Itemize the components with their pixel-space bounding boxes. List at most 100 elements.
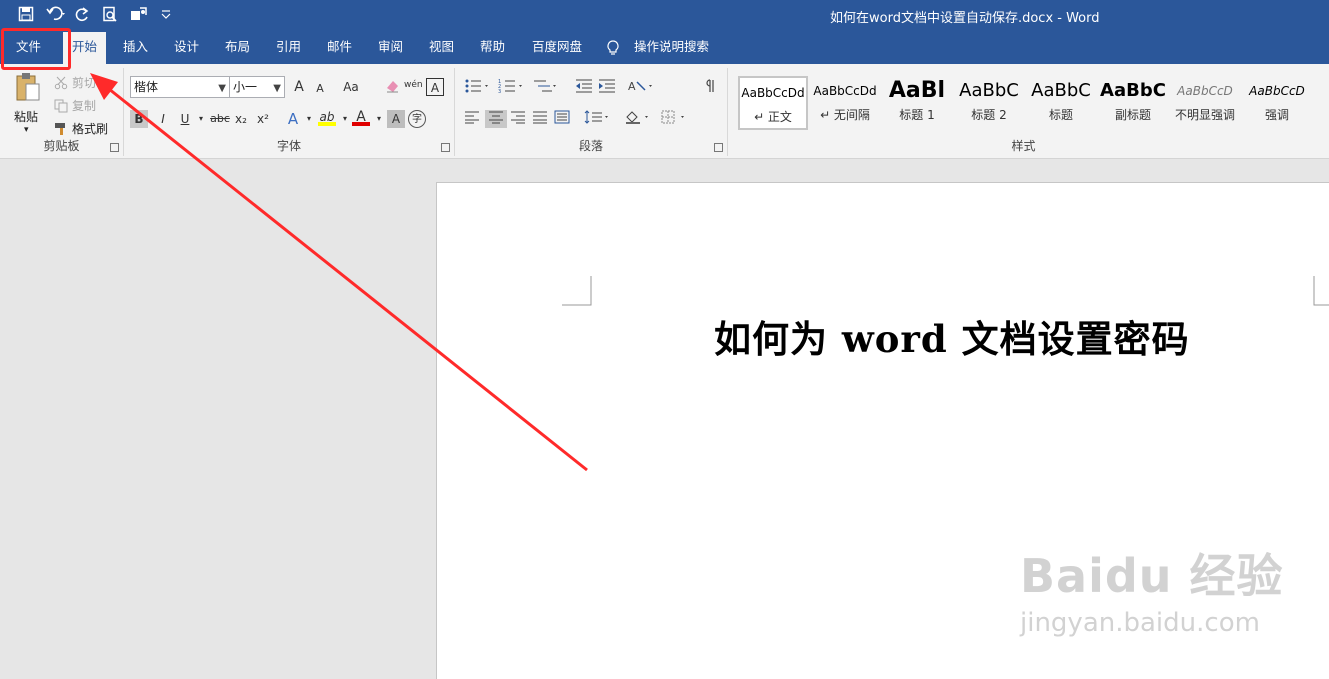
line-spacing-icon[interactable] (583, 110, 613, 128)
text-effects-dropdown-icon[interactable]: ▾ (300, 110, 318, 128)
svg-text:A: A (628, 80, 636, 93)
chevron-down-icon[interactable]: ▼ (218, 79, 226, 99)
style-sample: AaBbC (1031, 80, 1091, 101)
tab-mailings[interactable]: 邮件 (321, 32, 358, 64)
font-color-button[interactable]: A (352, 108, 370, 126)
decrease-indent-icon[interactable] (573, 78, 595, 96)
style-heading-1[interactable]: AaBl 标题 1 (882, 76, 952, 130)
font-group-label: 字体 (276, 139, 301, 153)
tell-me-search[interactable]: 操作说明搜索 (628, 32, 715, 64)
crop-mark-top-right (1313, 276, 1329, 306)
font-color-dropdown-icon[interactable]: ▾ (370, 110, 388, 128)
superscript-button[interactable]: x² (254, 110, 272, 128)
paste-button[interactable]: 粘贴 (14, 108, 38, 125)
format-painter-button[interactable]: 格式刷 (54, 120, 108, 137)
highlight-color-button[interactable]: ab (318, 108, 336, 126)
distributed-icon[interactable] (553, 110, 571, 128)
align-left-icon[interactable] (463, 110, 481, 128)
tab-references[interactable]: 引用 (270, 32, 307, 64)
lightbulb-icon (606, 40, 620, 59)
ribbon-tab-bar: 文件 开始 插入 设计 布局 引用 邮件 审阅 视图 帮助 百度网盘 操作说明搜… (0, 32, 1329, 64)
scissors-icon (54, 76, 68, 90)
paragraph-group-label: 段落 (578, 139, 603, 153)
quick-access-toolbar (18, 6, 174, 24)
style-sample: AaBbCcD (1249, 84, 1305, 98)
clear-formatting-icon[interactable] (383, 78, 401, 96)
redo-icon[interactable] (74, 6, 90, 24)
style-name: 副标题 (1114, 108, 1151, 122)
style-normal[interactable]: AaBbCcDd ↵ 正文 (738, 76, 808, 130)
phonetic-guide-button[interactable]: wén (404, 76, 423, 94)
numbering-icon[interactable]: 123 (497, 78, 527, 96)
style-title[interactable]: AaBbC 标题 (1026, 76, 1096, 130)
character-shading-button[interactable]: A (387, 110, 405, 128)
tab-insert[interactable]: 插入 (117, 32, 154, 64)
style-subtle-emphasis[interactable]: AaBbCcD 不明显强调 (1170, 76, 1240, 130)
copy-label: 复制 (72, 99, 97, 113)
format-painter-label: 格式刷 (72, 122, 109, 136)
touch-mode-icon[interactable] (130, 6, 147, 24)
style-emphasis[interactable]: AaBbCcD 强调 (1242, 76, 1312, 130)
ribbon-home: 粘贴 ▾ 剪切 复制 格式刷 剪贴板 楷体 ▼ 小一 ▼ A A Aa wén … (0, 64, 1329, 159)
bold-button[interactable]: B (130, 110, 148, 128)
style-name: 标题 2 (971, 108, 1007, 122)
font-size-combo[interactable]: 小一 ▼ (229, 76, 285, 98)
font-name-combo[interactable]: 楷体 ▼ (130, 76, 230, 98)
style-name: 标题 1 (899, 108, 935, 122)
window-title: 如何在word文档中设置自动保存.docx - Word (830, 11, 1100, 26)
font-size-value: 小一 (233, 80, 258, 94)
subscript-button[interactable]: x₂ (232, 110, 250, 128)
clipboard-group-label: 剪贴板 (43, 139, 80, 153)
italic-button[interactable]: I (154, 110, 172, 128)
multilevel-list-icon[interactable] (531, 78, 561, 96)
font-name-value: 楷体 (134, 80, 159, 94)
borders-icon[interactable] (659, 110, 689, 128)
tab-design[interactable]: 设计 (168, 32, 205, 64)
increase-indent-icon[interactable] (596, 78, 618, 96)
watermark-logo: Baidu 经验 jingyan.baidu.com (1020, 540, 1284, 638)
show-paragraph-marks-icon[interactable] (702, 78, 720, 96)
cut-label: 剪切 (72, 76, 97, 90)
save-icon[interactable] (18, 6, 34, 24)
style-name: 标题 (1048, 108, 1073, 122)
align-right-icon[interactable] (509, 110, 527, 128)
tab-layout[interactable]: 布局 (219, 32, 256, 64)
shrink-font-button[interactable]: A (311, 80, 329, 98)
tab-review[interactable]: 审阅 (372, 32, 409, 64)
style-sample: AaBl (888, 78, 946, 103)
shading-icon[interactable] (623, 110, 653, 128)
grow-font-button[interactable]: A (290, 78, 308, 96)
clipboard-group: 粘贴 ▾ 剪切 复制 格式刷 剪贴板 (0, 68, 124, 156)
paste-dropdown-icon[interactable]: ▾ (24, 125, 29, 135)
character-border-button[interactable]: A (426, 78, 444, 96)
change-case-button[interactable]: Aa (338, 78, 364, 96)
style-name: 强调 (1264, 108, 1289, 122)
customize-qat-icon[interactable] (158, 6, 174, 24)
tab-view[interactable]: 视图 (423, 32, 460, 64)
style-subtitle[interactable]: AaBbC 副标题 (1098, 76, 1168, 130)
tab-help[interactable]: 帮助 (474, 32, 511, 64)
crop-mark-top-left (562, 276, 592, 306)
copy-button[interactable]: 复制 (54, 97, 96, 114)
align-center-icon[interactable] (485, 110, 507, 128)
style-sample: AaBbCcD (1177, 84, 1233, 98)
clipboard-launcher-icon[interactable] (110, 143, 119, 152)
paste-icon[interactable] (14, 72, 42, 104)
justify-icon[interactable] (531, 110, 549, 128)
style-sample: AaBbC (959, 80, 1019, 101)
document-heading[interactable]: 如何为 word 文档设置密码 (714, 309, 1190, 363)
tab-baidu-netdisk[interactable]: 百度网盘 (526, 32, 588, 64)
style-no-spacing[interactable]: AaBbCcDd ↵ 无间隔 (810, 76, 880, 130)
bullets-icon[interactable] (463, 78, 493, 96)
enclose-characters-button[interactable]: 字 (408, 110, 426, 128)
chevron-down-icon[interactable]: ▼ (273, 79, 281, 99)
style-heading-2[interactable]: AaBbC 标题 2 (954, 76, 1024, 130)
font-launcher-icon[interactable] (441, 143, 450, 152)
print-preview-icon[interactable] (102, 6, 118, 24)
chinese-layout-icon[interactable]: A (627, 78, 657, 96)
cut-button[interactable]: 剪切 (54, 74, 96, 91)
strikethrough-button[interactable]: abc (208, 110, 232, 128)
copy-icon (54, 99, 68, 113)
style-sample: AaBbCcDd (741, 86, 805, 100)
undo-icon[interactable] (46, 6, 65, 24)
